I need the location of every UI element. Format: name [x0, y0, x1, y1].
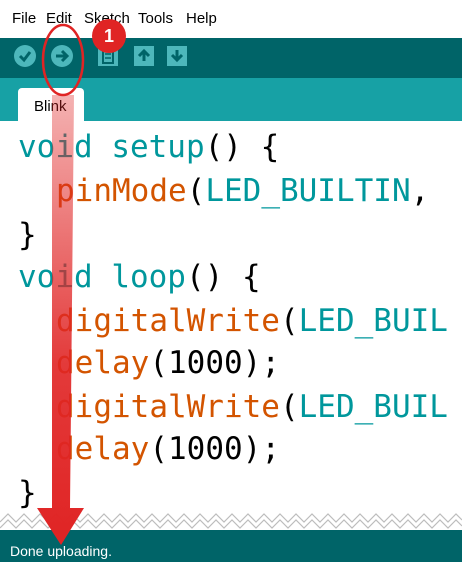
code-line-5: digitalWrite(LED_BUIL [56, 303, 448, 339]
menu-edit[interactable]: Edit [46, 10, 72, 27]
save-button[interactable] [167, 46, 187, 66]
verify-button[interactable] [14, 45, 36, 67]
menu-file[interactable]: File [12, 10, 36, 27]
code-line-1: void setup() { [18, 129, 280, 165]
code-line-7: digitalWrite(LED_BUIL [56, 389, 448, 425]
arrow-down-icon [170, 50, 184, 63]
code-editor[interactable]: void setup() { pinMode(LED_BUILTIN, } vo… [0, 121, 462, 516]
code-line-8: delay(1000); [56, 431, 280, 467]
step-badge: 1 [92, 19, 126, 53]
check-icon [18, 51, 32, 63]
arrow-up-icon [137, 48, 151, 61]
menu-tools[interactable]: Tools [138, 10, 173, 27]
upload-button[interactable] [51, 45, 73, 67]
menu-bar: File Edit Sketch Tools Help [0, 0, 462, 38]
code-line-4: void loop() { [18, 259, 261, 295]
menu-help[interactable]: Help [186, 10, 217, 27]
editor-divider[interactable] [0, 508, 462, 530]
code-line-9: } [18, 475, 37, 511]
open-button[interactable] [134, 46, 154, 66]
code-line-6: delay(1000); [56, 345, 280, 381]
arrow-right-icon [56, 49, 70, 63]
tab-label: Blink [34, 98, 67, 115]
status-message: Done uploading. [10, 543, 112, 559]
code-line-3: } [18, 217, 37, 253]
code-line-2: pinMode(LED_BUILTIN, [56, 173, 430, 209]
